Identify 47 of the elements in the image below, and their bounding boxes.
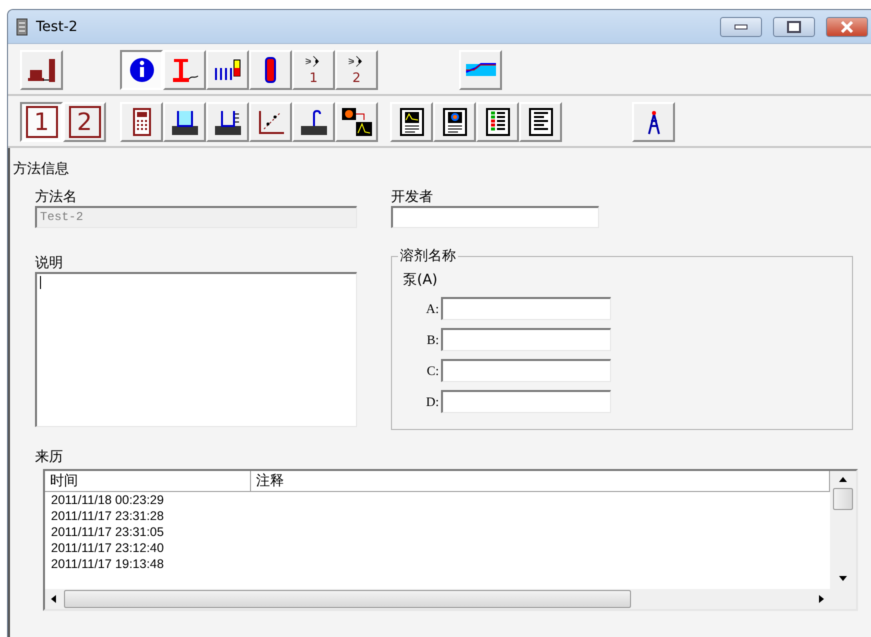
minimize-icon xyxy=(734,24,748,30)
pump-label: 泵(A) xyxy=(403,272,438,288)
tube-icon xyxy=(298,108,328,136)
toolbar-button[interactable] xyxy=(120,50,163,90)
section-title: 方法信息 xyxy=(13,160,70,178)
group-title: 溶剂名称 xyxy=(398,247,458,265)
solvent-field[interactable] xyxy=(441,328,611,351)
field-label: 开发者 xyxy=(391,188,434,206)
beaker-icon xyxy=(170,108,200,136)
scroll-thumb[interactable] xyxy=(833,488,853,510)
left-arrow-icon xyxy=(51,595,56,603)
developer-field[interactable] xyxy=(391,206,599,228)
scroll-thumb[interactable] xyxy=(64,590,631,608)
view-button[interactable]: 1 xyxy=(20,102,63,142)
solvent-field[interactable] xyxy=(441,297,611,320)
channel-label: A: xyxy=(425,300,440,316)
right-arrow-icon xyxy=(819,595,824,603)
window-icon xyxy=(16,18,28,36)
window-title: Test-2 xyxy=(36,18,79,34)
time-cell-text: 2011/11/17 23:12:40 xyxy=(50,540,165,556)
view-button[interactable]: 2 xyxy=(63,102,106,142)
instrument-icon xyxy=(26,56,56,84)
spectrum-icon xyxy=(342,108,372,136)
solvent-field[interactable] xyxy=(441,390,611,413)
close-button[interactable] xyxy=(826,16,868,36)
maximize-button[interactable] xyxy=(773,16,815,36)
channel-label: C: xyxy=(426,362,440,378)
maximize-icon xyxy=(787,20,801,32)
toolbar-button[interactable]: 1 xyxy=(292,50,335,90)
channel-label: B: xyxy=(426,332,440,348)
time-cell-text: 2011/11/17 23:31:28 xyxy=(50,508,165,524)
description-field[interactable] xyxy=(35,272,357,427)
channel-label: D: xyxy=(425,394,440,410)
close-icon xyxy=(839,20,855,34)
column-header[interactable]: 时间 xyxy=(45,471,251,491)
solvent-field[interactable] xyxy=(441,359,611,382)
toolbar-button[interactable]: 2 xyxy=(335,50,378,90)
time-cell-text: 2011/11/17 23:31:05 xyxy=(50,524,165,540)
field-label: 方法名 xyxy=(35,188,78,206)
up-arrow-icon xyxy=(839,477,847,482)
time-cell-text: 2011/11/17 19:13:48 xyxy=(50,556,165,572)
field-label: 说明 xyxy=(35,254,64,272)
minimize-button[interactable] xyxy=(720,16,762,36)
cylinder-icon xyxy=(212,108,242,136)
time-cell-text: 2011/11/18 00:23:29 xyxy=(50,492,165,508)
down-arrow-icon xyxy=(839,576,847,581)
field-label: 来历 xyxy=(35,448,64,466)
